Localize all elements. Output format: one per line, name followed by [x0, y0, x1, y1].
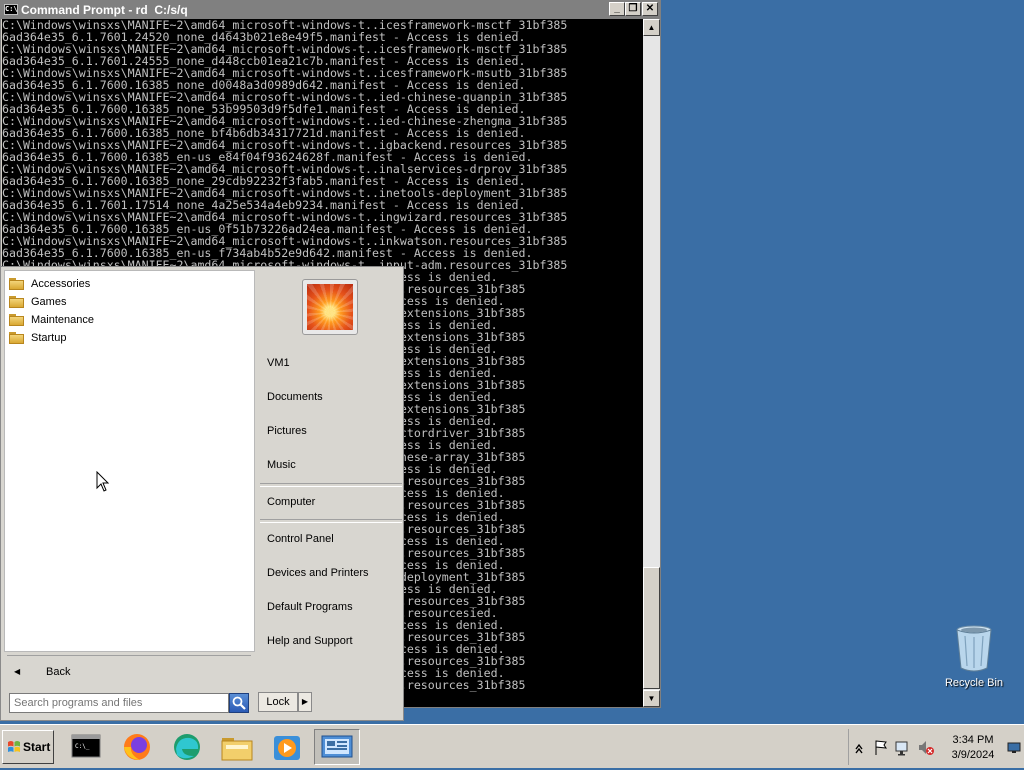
media-player-icon — [274, 736, 300, 760]
devices-and-printers-link[interactable]: Devices and Printers — [267, 563, 397, 583]
monitor-icon — [1007, 742, 1021, 753]
back-arrow-icon: ◀ — [14, 667, 21, 676]
taskbar-command-prompt[interactable]: C:\_ — [63, 729, 109, 765]
program-label: Startup — [31, 332, 67, 344]
network-icon — [895, 741, 908, 756]
clock-time: 3:34 PM — [952, 734, 994, 746]
program-folder-accessories[interactable]: Accessories — [9, 275, 249, 293]
pictures-link[interactable]: Pictures — [267, 421, 397, 441]
taskbar-remote-desktop[interactable] — [314, 729, 360, 765]
start-label: Start — [23, 740, 51, 754]
control-panel-link[interactable]: Control Panel — [267, 529, 397, 549]
close-button[interactable]: ✕ — [642, 2, 658, 16]
console-icon[interactable]: C:\ — [4, 4, 18, 15]
computer-link[interactable]: Computer — [267, 492, 397, 512]
folder-icon — [221, 738, 253, 761]
remote-desktop-icon — [321, 735, 353, 758]
windows-logo-icon — [8, 741, 20, 752]
taskbar: Start C:\_ 3:34 PM 3/9/2024 — [0, 724, 1024, 768]
command-prompt-icon: C:\_ — [71, 734, 101, 758]
firefox-icon — [124, 734, 150, 760]
program-label: Games — [31, 296, 67, 308]
speaker-muted-icon — [919, 741, 934, 755]
recycle-bin-icon — [956, 625, 992, 672]
search-icon[interactable] — [229, 693, 249, 713]
program-folder-maintenance[interactable]: Maintenance — [9, 311, 249, 329]
user-name-link[interactable]: VM1 — [267, 353, 397, 373]
program-label: Accessories — [31, 278, 91, 290]
search-input[interactable] — [12, 695, 230, 711]
svg-text:C:\_: C:\_ — [75, 743, 90, 750]
user-picture-avatar[interactable] — [302, 279, 358, 335]
default-programs-link[interactable]: Default Programs — [267, 597, 397, 617]
taskbar-firefox[interactable] — [114, 729, 160, 765]
tray-icons — [855, 740, 934, 756]
back-label: Back — [46, 666, 71, 678]
taskbar-media-player[interactable] — [264, 729, 310, 765]
cmd-titlebar[interactable]: C:\ Command Prompt - rd C:/s/q _ ❐ ✕ — [1, 1, 660, 19]
music-link[interactable]: Music — [267, 455, 397, 475]
folder-icon — [9, 278, 24, 290]
show-desktop-button[interactable] — [1007, 735, 1021, 761]
show-hidden-icons-icon — [855, 743, 863, 754]
action-center-flag-icon — [875, 740, 888, 755]
recycle-bin-label: Recycle Bin — [944, 677, 1004, 689]
help-and-support-link[interactable]: Help and Support — [267, 631, 397, 651]
folder-icon — [9, 314, 24, 326]
program-label: Maintenance — [31, 314, 94, 326]
taskbar-windows-explorer[interactable] — [214, 729, 260, 765]
minimize-button[interactable]: _ — [609, 2, 625, 16]
start-button[interactable]: Start — [2, 730, 54, 764]
clock[interactable]: 3:34 PM 3/9/2024 — [943, 733, 1003, 763]
divider — [7, 655, 251, 656]
program-folder-startup[interactable]: Startup — [9, 329, 249, 347]
lock-button[interactable]: Lock — [258, 692, 298, 712]
divider — [260, 483, 402, 487]
folder-icon — [9, 332, 24, 344]
programs-list: Accessories Games Maintenance Startup — [4, 270, 255, 652]
restore-button[interactable]: ❐ — [625, 2, 641, 16]
taskbar-edge[interactable] — [164, 729, 210, 765]
clock-date: 3/9/2024 — [951, 749, 995, 761]
recycle-bin[interactable]: Recycle Bin — [942, 624, 1006, 694]
window-title: Command Prompt - rd C:/s/q — [21, 3, 188, 17]
start-menu: Accessories Games Maintenance Startup ◀ … — [0, 266, 404, 721]
divider — [260, 519, 402, 523]
back-button[interactable]: ◀ Back — [4, 660, 254, 684]
shutdown-options-arrow[interactable]: ▶ — [298, 692, 312, 712]
folder-icon — [9, 296, 24, 308]
search-box[interactable] — [9, 693, 230, 713]
program-folder-games[interactable]: Games — [9, 293, 249, 311]
start-menu-right-pane: VM1 Documents Pictures Music Computer Co… — [257, 267, 403, 687]
scroll-up-button[interactable]: ▲ — [643, 19, 660, 36]
vertical-scrollbar[interactable]: ▲ ▼ — [643, 19, 660, 707]
system-tray: 3:34 PM 3/9/2024 — [848, 729, 1023, 765]
edge-icon — [174, 734, 200, 760]
scroll-thumb[interactable] — [643, 567, 660, 689]
scroll-down-button[interactable]: ▼ — [643, 690, 660, 707]
documents-link[interactable]: Documents — [267, 387, 397, 407]
mouse-cursor-icon — [96, 471, 110, 492]
